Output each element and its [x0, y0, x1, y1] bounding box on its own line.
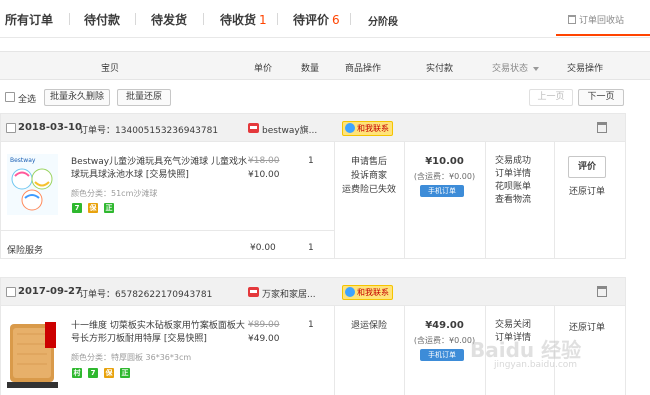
- watermark-url: jingyan.baidu.com: [494, 360, 578, 370]
- tab-pending-receipt[interactable]: 待收货 1: [220, 11, 267, 28]
- order-detail-link[interactable]: 订单详情: [495, 168, 531, 181]
- col-price: 单价: [254, 64, 273, 74]
- svg-text:Bestway: Bestway: [10, 157, 36, 164]
- tab-count: 1: [259, 13, 267, 27]
- tab-divider: [69, 13, 70, 25]
- paid-amount: ¥10.00: [425, 156, 464, 167]
- mobile-order-badge: 手机订单: [420, 349, 464, 361]
- delete-order-icon[interactable]: [597, 122, 607, 133]
- tab-count: 6: [332, 13, 340, 27]
- shipping-insurance-status: 运费险已失效: [341, 185, 396, 195]
- product-spec: 颜色分类：51cm沙滩球: [71, 189, 158, 198]
- item-ops: 退运保险: [334, 319, 404, 333]
- restore-order-link[interactable]: 还原订单: [569, 184, 605, 197]
- recycle-underline: [556, 34, 650, 36]
- col-item-ops: 商品操作: [345, 64, 382, 74]
- paid-amount: ¥49.00: [425, 320, 464, 331]
- product-title-link[interactable]: 十一维度 切菜板实木砧板家用竹案板面板大号长方形刀板耐用特厚 [交易快照]: [71, 320, 253, 346]
- product-thumbnail[interactable]: Bestway: [7, 154, 58, 215]
- restore-order-link[interactable]: 还原订单: [569, 320, 605, 333]
- divider: [1, 230, 334, 231]
- mobile-order-badge: 手机订单: [420, 185, 464, 197]
- batch-restore-button[interactable]: 批量还原: [117, 89, 171, 106]
- tab-divider: [135, 13, 136, 25]
- order-number: 订单号：65782622170943781: [79, 290, 213, 300]
- trash-icon: [568, 15, 576, 24]
- service-tag-genuine[interactable]: 正: [104, 203, 114, 213]
- insurance-qty: 1: [308, 243, 314, 253]
- order-body: Bestway Bestway儿童沙滩玩具充气沙滩球 儿童戏水球玩具球泳池水球 …: [0, 142, 626, 259]
- service-tag-genuine[interactable]: 正: [120, 368, 130, 378]
- quantity: 1: [308, 156, 314, 166]
- order-checkbox[interactable]: [6, 287, 16, 297]
- delete-order-icon[interactable]: [597, 286, 607, 297]
- original-price: ¥89.00: [248, 320, 280, 330]
- shipping-fee: (含运费：¥0.00): [413, 172, 476, 181]
- rate-button[interactable]: 评价: [568, 156, 606, 178]
- tab-staged[interactable]: 分阶段: [368, 13, 398, 28]
- order-date: 2018-03-10: [18, 122, 82, 133]
- status-text: 交易关闭: [495, 320, 532, 330]
- unit-price: ¥10.00: [248, 170, 280, 180]
- shop-name[interactable]: 万家和家居...: [262, 287, 316, 300]
- col-qty: 数量: [301, 64, 320, 74]
- recycle-bin-link[interactable]: 订单回收站: [568, 13, 624, 26]
- insurance-label: 保险服务: [7, 246, 44, 256]
- service-tag-7day[interactable]: 7: [72, 203, 82, 213]
- order-number: 订单号：134005153236943781: [79, 126, 219, 136]
- shipping-return-insurance-link[interactable]: 退运保险: [334, 319, 404, 333]
- next-page-button[interactable]: 下一页: [578, 89, 624, 106]
- order-checkbox[interactable]: [6, 123, 16, 133]
- insurance-price: ¥0.00: [250, 243, 276, 253]
- tab-divider: [350, 13, 351, 25]
- order-tabs: 所有订单 待付款 待发货 待收货 1 待评价 6 分阶段 订单回收站: [0, 0, 650, 38]
- huabei-bill-link[interactable]: 花呗账单: [495, 181, 531, 194]
- contact-seller-button[interactable]: 和我联系: [342, 121, 393, 136]
- col-ops: 交易操作: [567, 64, 604, 74]
- product-title-link[interactable]: Bestway儿童沙滩玩具充气沙滩球 儿童戏水球玩具球泳池水球 [交易快照]: [71, 156, 253, 182]
- table-header: 宝贝 单价 数量 商品操作 实付款 交易状态 交易操作: [0, 51, 650, 80]
- unit-price: ¥49.00: [248, 334, 280, 344]
- tab-pending-review[interactable]: 待评价 6: [293, 11, 340, 28]
- col-paid: 实付款: [426, 64, 454, 74]
- divider: [485, 142, 486, 259]
- chevron-down-icon: [533, 66, 540, 71]
- tab-all-orders[interactable]: 所有订单: [5, 11, 53, 28]
- item-ops: 申请售后 投诉商家 运费险已失效: [334, 155, 404, 197]
- divider: [554, 142, 555, 259]
- tab-pending-shipment[interactable]: 待发货: [151, 11, 187, 28]
- select-all-checkbox[interactable]: [5, 92, 15, 102]
- status-text: 交易成功: [495, 156, 532, 166]
- contact-seller-button[interactable]: 和我联系: [342, 285, 393, 300]
- product-thumbnail[interactable]: [7, 320, 58, 390]
- select-all-label: 全选: [18, 95, 37, 105]
- product-spec: 颜色分类：特厚圆板 36*36*3cm: [71, 353, 192, 362]
- service-tag-guarantee[interactable]: 保: [88, 203, 98, 213]
- service-tag-guarantee[interactable]: 保: [104, 368, 114, 378]
- batch-delete-button[interactable]: 批量永久删除: [44, 89, 110, 106]
- view-logistics-link[interactable]: 查看物流: [495, 194, 531, 207]
- trade-status: 交易成功 订单详情 花呗账单 查看物流: [495, 155, 531, 207]
- order-date: 2017-09-27: [18, 286, 82, 297]
- service-tag-7day[interactable]: 7: [88, 368, 98, 378]
- shop-icon: [248, 287, 259, 297]
- shop-name[interactable]: bestway旗...: [262, 123, 317, 136]
- complain-seller-link[interactable]: 投诉商家: [334, 169, 404, 183]
- request-after-sale-link[interactable]: 申请售后: [334, 155, 404, 169]
- col-status-filter[interactable]: 交易状态: [492, 61, 540, 74]
- watermark-logo: Baidu 经验: [470, 338, 582, 362]
- order-header: 2018-03-10 订单号：134005153236943781 bestwa…: [0, 113, 626, 142]
- col-item: 宝贝: [101, 64, 120, 74]
- tab-pending-payment[interactable]: 待付款: [84, 11, 120, 28]
- tab-divider: [277, 13, 278, 25]
- service-tag-village[interactable]: 村: [72, 368, 82, 378]
- order-header: 2017-09-27 订单号：65782622170943781 万家和家居..…: [0, 277, 626, 306]
- tab-divider: [203, 13, 204, 25]
- shop-icon: [248, 123, 259, 133]
- quantity: 1: [308, 320, 314, 330]
- prev-page-button[interactable]: 上一页: [529, 89, 573, 106]
- original-price: ¥18.00: [248, 156, 280, 166]
